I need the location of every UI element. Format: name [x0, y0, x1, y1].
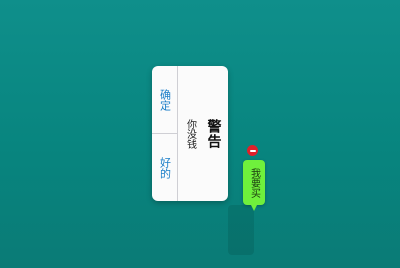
confirm-button[interactable]: 确定 — [152, 66, 177, 134]
minus-bar — [249, 149, 256, 152]
ok-button[interactable]: 好的 — [152, 134, 177, 201]
buy-button-label: 我要买 — [248, 167, 260, 198]
alert-content: 警告 你没钱 — [178, 66, 228, 201]
alert-button-bar: 确定 好的 — [152, 66, 178, 201]
buy-button[interactable]: 我要买 — [243, 160, 265, 211]
alert-message: 你没钱 — [184, 118, 196, 149]
background-shadow — [228, 205, 254, 255]
alert-dialog: 确定 好的 警告 你没钱 — [152, 66, 228, 201]
minus-icon[interactable] — [247, 145, 258, 156]
alert-title: 警告 — [205, 118, 222, 149]
